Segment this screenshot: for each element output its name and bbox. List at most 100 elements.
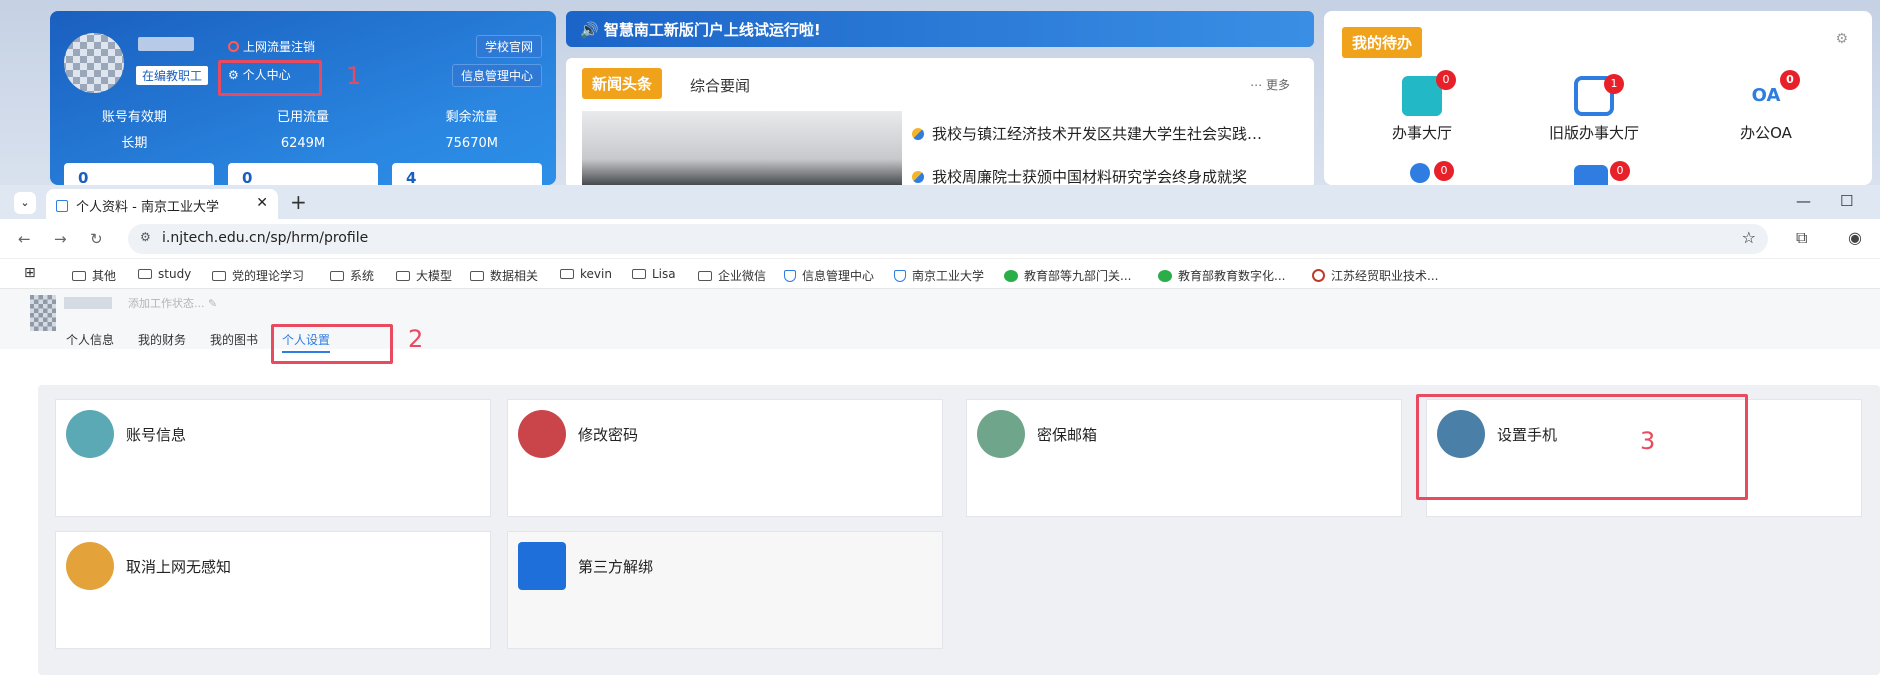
todo-panel: 我的待办 ⚙ 0 办事大厅 1 旧版办事大厅 OA 0 办公OA 0 0 <box>1324 11 1872 185</box>
power-icon <box>228 41 239 52</box>
school-site-button[interactable]: 学校官网 <box>475 35 542 58</box>
wechat-icon <box>1158 270 1172 282</box>
badge: 0 <box>1436 70 1456 90</box>
bookmarks-bar: ⊞ 其他 study 党的理论学习 系统 大模型 数据相关 kevin Lisa… <box>0 259 1880 289</box>
bookmark-item[interactable]: 党的理论学习 <box>212 267 304 284</box>
tab-general-news[interactable]: 综合要闻 <box>690 75 750 96</box>
reload-icon[interactable]: ↻ <box>90 230 103 248</box>
setting-third-party-unbind[interactable]: 第三方解绑 <box>507 531 943 649</box>
todo-item-old-hall[interactable]: 1 旧版办事大厅 <box>1534 74 1654 143</box>
mailbox-icon <box>977 410 1025 458</box>
tab-title: 个人资料 - 南京工业大学 <box>76 200 219 215</box>
news-image[interactable] <box>582 111 902 185</box>
extensions-icon[interactable]: ⧉ <box>1796 228 1807 248</box>
news-item[interactable]: 我校与镇江经济技术开发区共建大学生社会实践… <box>912 123 1292 144</box>
news-more-link[interactable]: ⋯ 更多 <box>1250 76 1290 93</box>
bookmark-item[interactable]: study <box>138 267 191 281</box>
info-center-button[interactable]: 信息管理中心 <box>451 64 542 87</box>
oa-icon: OA 0 <box>1746 70 1800 116</box>
bookmark-item[interactable]: 教育部等九部门关... <box>1004 267 1131 284</box>
annotation-box-1 <box>218 60 322 96</box>
speaker-icon: 🔊 <box>580 21 604 39</box>
folder-icon <box>470 271 484 281</box>
profile-avatar <box>30 295 56 331</box>
work-status-link[interactable]: 添加工作状态... ✎ <box>128 295 217 311</box>
news-panel: 新闻头条 综合要闻 ⋯ 更多 我校与镇江经济技术开发区共建大学生社会实践… 我校… <box>566 58 1314 185</box>
bookmark-item[interactable]: 江苏经贸职业技术... <box>1312 267 1438 284</box>
badge: 0 <box>1610 161 1630 181</box>
unbind-icon <box>518 542 566 590</box>
seal-icon <box>1312 269 1325 282</box>
browser-icon <box>66 542 114 590</box>
back-icon[interactable]: ← <box>18 230 31 248</box>
close-tab-icon[interactable]: ✕ <box>256 195 268 211</box>
todo-group-icon[interactable]: 0 <box>1574 161 1630 185</box>
user-stats: 账号有效期 长期 已用流量 6249M 剩余流量 75670M <box>50 105 556 157</box>
address-toolbar: ← → ↻ ⚙ i.njtech.edu.cn/sp/hrm/profile ☆… <box>0 219 1880 259</box>
site-info-icon[interactable]: ⚙ <box>140 230 151 244</box>
annotation-number-3: 3 <box>1640 427 1656 455</box>
count-box[interactable]: 0 <box>228 163 378 185</box>
tab-headlines[interactable]: 新闻头条 <box>582 68 663 99</box>
browser-tab[interactable]: 个人资料 - 南京工业大学 ✕ <box>46 189 278 219</box>
setting-security-email[interactable]: 密保邮箱 <box>966 399 1402 517</box>
grid-icon: 1 <box>1574 74 1624 116</box>
stat-used: 已用流量 6249M <box>277 110 330 151</box>
bookmark-item[interactable]: 企业微信 <box>698 267 766 284</box>
user-card: 在编教职工 上网流量注销 ⚙ 个人中心 学校官网 信息管理中心 账号有效期 长期 … <box>50 11 556 185</box>
stat-remaining: 剩余流量 75670M <box>445 110 498 151</box>
bookmark-item[interactable]: 数据相关 <box>470 267 538 284</box>
folder-icon <box>632 269 646 279</box>
todo-dot-icon[interactable]: 0 <box>1410 161 1454 183</box>
settings-gear-icon[interactable]: ⚙ <box>1835 31 1848 47</box>
setting-change-password[interactable]: 修改密码 <box>507 399 943 517</box>
tab-my-books[interactable]: 我的图书 <box>210 331 258 348</box>
todo-item-hall[interactable]: 0 办事大厅 <box>1362 70 1482 143</box>
key-icon <box>518 410 566 458</box>
profile-icon[interactable]: ◉ <box>1848 228 1862 247</box>
folder-icon <box>212 271 226 281</box>
setting-cancel-seamless-login[interactable]: 取消上网无感知 <box>55 531 491 649</box>
tab-my-finance[interactable]: 我的财务 <box>138 331 186 348</box>
forward-icon[interactable]: → <box>54 230 67 248</box>
folder-icon <box>396 271 410 281</box>
annotation-box-3 <box>1416 394 1748 500</box>
bookmark-item[interactable]: 其他 <box>72 267 116 284</box>
tab-search-dropdown[interactable]: ⌄ <box>14 192 36 214</box>
notice-banner[interactable]: 🔊 智慧南工新版门户上线试运行啦! <box>566 11 1314 47</box>
hall-icon: 0 <box>1402 70 1456 116</box>
todo-title: 我的待办 <box>1342 27 1423 58</box>
bookmark-item[interactable]: 信息管理中心 <box>784 267 874 284</box>
bookmark-item[interactable]: 教育部教育数字化... <box>1158 267 1285 284</box>
logout-traffic-link[interactable]: 上网流量注销 <box>228 38 315 55</box>
bookmark-item[interactable]: kevin <box>560 267 612 281</box>
shield-icon <box>894 270 906 282</box>
site-favicon <box>56 200 68 212</box>
apps-grid-icon[interactable]: ⊞ <box>24 265 36 281</box>
count-box[interactable]: 4 <box>392 163 542 185</box>
tab-personal-info[interactable]: 个人信息 <box>66 331 114 348</box>
notice-text: 智慧南工新版门户上线试运行啦! <box>603 21 821 39</box>
todo-item-oa[interactable]: OA 0 办公OA <box>1706 70 1826 143</box>
shield-icon <box>784 270 796 282</box>
bookmark-item[interactable]: 南京工业大学 <box>894 267 984 284</box>
annotation-box-2 <box>271 324 393 364</box>
folder-icon <box>560 269 574 279</box>
bookmark-item[interactable]: Lisa <box>632 267 676 281</box>
count-box[interactable]: 0 <box>64 163 214 185</box>
news-item[interactable]: 我校周廉院士获颁中国材料研究学会终身成就奖 <box>912 166 1292 185</box>
annotation-number-1: 1 <box>346 62 362 90</box>
badge: 0 <box>1434 161 1454 181</box>
new-tab-button[interactable]: + <box>290 190 307 214</box>
bookmark-star-icon[interactable]: ☆ <box>1742 228 1756 247</box>
bookmark-item[interactable]: 系统 <box>330 267 374 284</box>
user-name-blurred <box>138 37 194 51</box>
user-avatar <box>64 33 124 93</box>
maximize-icon[interactable]: ☐ <box>1840 192 1853 210</box>
bookmark-item[interactable]: 大模型 <box>396 267 452 284</box>
minimize-icon[interactable]: — <box>1796 192 1811 210</box>
id-card-icon <box>66 410 114 458</box>
profile-name-blurred <box>64 297 112 309</box>
address-bar[interactable]: ⚙ i.njtech.edu.cn/sp/hrm/profile ☆ <box>128 224 1768 254</box>
setting-account-info[interactable]: 账号信息 <box>55 399 491 517</box>
